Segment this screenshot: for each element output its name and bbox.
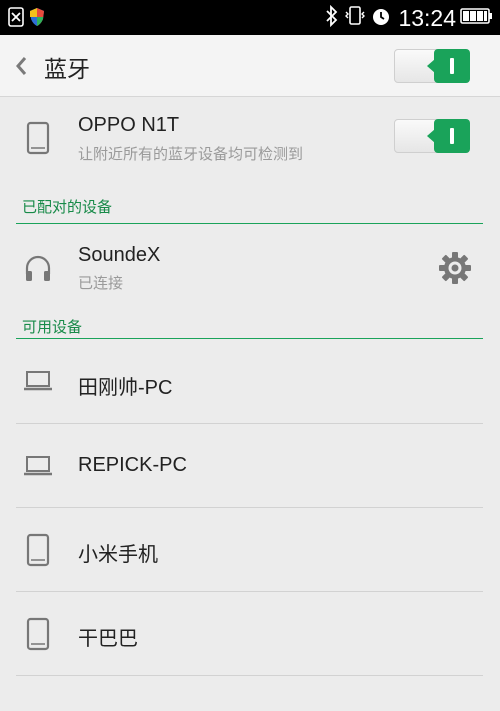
shield-icon <box>28 7 46 31</box>
visibility-toggle[interactable] <box>394 119 470 153</box>
bluetooth-toggle[interactable] <box>394 49 470 83</box>
row-divider <box>16 675 483 676</box>
battery-icon <box>460 7 494 29</box>
page-title: 蓝牙 <box>44 57 90 83</box>
available-device-row[interactable]: REPICK-PC <box>0 424 500 507</box>
available-device-name: 干巴巴 <box>78 628 138 650</box>
phone-icon <box>22 121 54 159</box>
status-time: 13:24 <box>398 4 456 31</box>
toggle-knob <box>427 119 470 153</box>
close-box-icon <box>8 7 24 31</box>
headphones-icon <box>22 252 54 288</box>
available-device-row[interactable]: 干巴巴 <box>0 592 500 675</box>
available-device-name: REPICK-PC <box>78 454 187 476</box>
vibrate-icon <box>344 5 366 31</box>
visibility-subtitle: 让附近所有的蓝牙设备均可检测到 <box>78 145 304 163</box>
status-bar: 13:24 <box>0 0 500 35</box>
available-devices-header: 可用设备 <box>22 318 83 336</box>
phone-icon <box>22 617 54 655</box>
laptop-icon <box>22 454 54 482</box>
app-header: 蓝牙 <box>0 35 500 97</box>
available-device-row[interactable]: 小米手机 <box>0 508 500 591</box>
laptop-icon <box>22 369 54 397</box>
device-name: OPPO N1T <box>78 114 180 136</box>
paired-device-name: SoundeX <box>78 244 161 266</box>
available-device-name: 田刚帅-PC <box>78 377 173 399</box>
gear-icon[interactable] <box>437 250 473 290</box>
alarm-icon <box>370 5 392 31</box>
bluetooth-icon <box>324 4 340 31</box>
connection-status: 已连接 <box>78 274 124 292</box>
paired-devices-header: 已配对的设备 <box>22 198 113 216</box>
available-device-row[interactable]: 田刚帅-PC <box>0 339 500 423</box>
available-device-name: 小米手机 <box>78 544 158 566</box>
toggle-knob <box>427 49 470 83</box>
phone-icon <box>22 533 54 571</box>
back-icon[interactable] <box>12 53 32 79</box>
paired-device-row[interactable]: SoundeX 已连接 <box>0 224 500 312</box>
this-device-row[interactable]: OPPO N1T 让附近所有的蓝牙设备均可检测到 <box>0 97 500 189</box>
